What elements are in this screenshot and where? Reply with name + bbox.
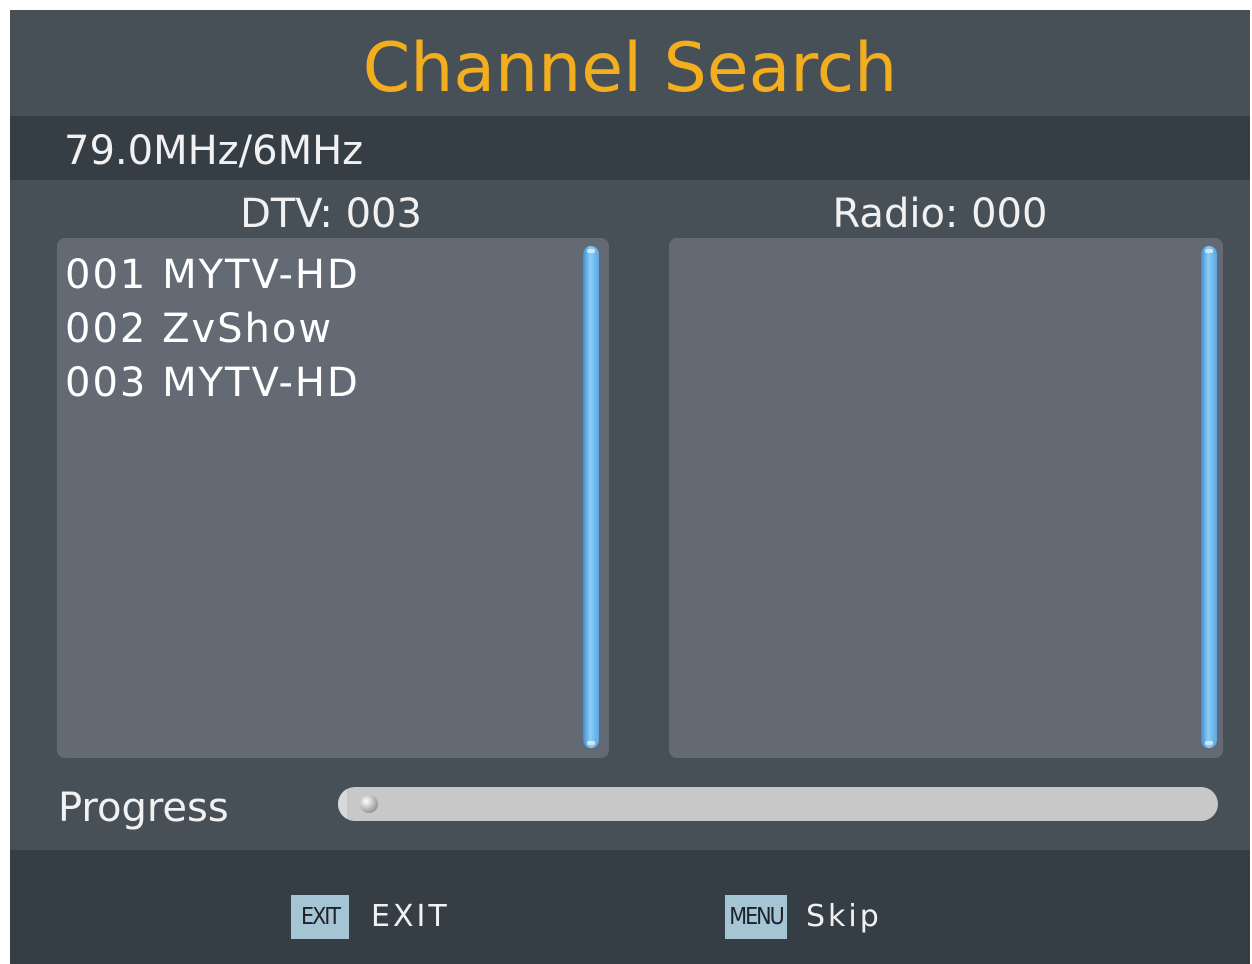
exit-key-icon[interactable]: EXIT (291, 895, 349, 939)
channel-item[interactable]: 002 ZvShow (65, 302, 360, 356)
dtv-channel-panel[interactable]: 001 MYTV-HD 002 ZvShow 003 MYTV-HD (57, 238, 609, 758)
frequency-readout: 79.0MHz/6MHz (64, 128, 364, 174)
frequency-bar: 79.0MHz/6MHz (10, 116, 1250, 180)
channel-item[interactable]: 001 MYTV-HD (65, 248, 360, 302)
skip-label: Skip (806, 899, 882, 934)
progress-bar (338, 787, 1218, 821)
page-title: Channel Search (362, 29, 898, 108)
dtv-channel-list: 001 MYTV-HD 002 ZvShow 003 MYTV-HD (65, 248, 360, 410)
progress-knob (360, 795, 378, 813)
channel-item[interactable]: 003 MYTV-HD (65, 356, 360, 410)
radio-channel-panel[interactable] (669, 238, 1223, 758)
progress-fill (338, 787, 347, 821)
progress-label: Progress (58, 785, 229, 831)
footer-bar: EXIT EXIT MENU Skip (10, 850, 1250, 964)
channel-search-screen: Channel Search 79.0MHz/6MHz DTV: 003 Rad… (10, 10, 1250, 964)
menu-key-icon[interactable]: MENU (725, 895, 787, 939)
exit-label: EXIT (371, 899, 450, 934)
radio-count: Radio: 000 (832, 191, 1048, 237)
dtv-scrollbar[interactable] (583, 246, 599, 748)
dtv-count: DTV: 003 (240, 191, 422, 237)
radio-scrollbar[interactable] (1201, 246, 1217, 748)
